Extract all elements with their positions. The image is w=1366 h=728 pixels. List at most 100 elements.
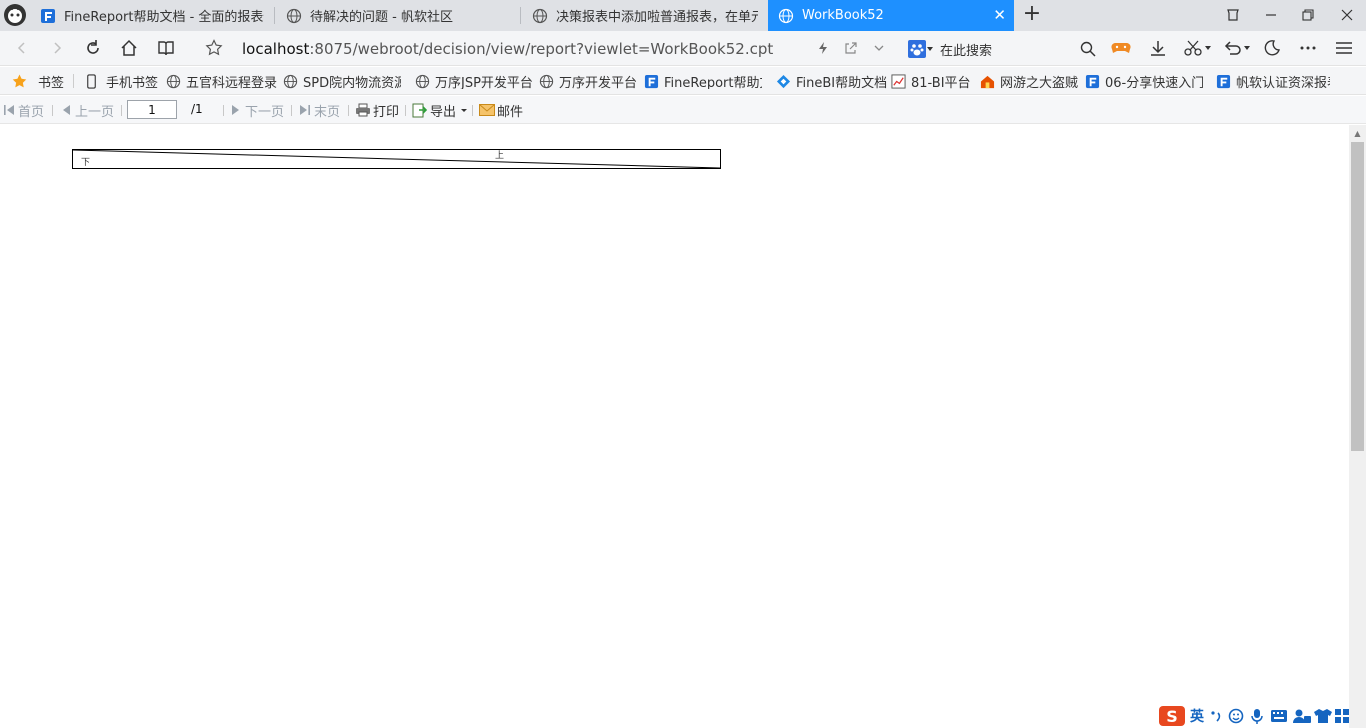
- finebi-icon: [776, 74, 791, 88]
- search-icon[interactable]: [1080, 41, 1096, 57]
- close-tab-icon[interactable]: ✕: [993, 7, 1006, 23]
- finereport-icon: [1216, 74, 1231, 88]
- bookmark-item[interactable]: 手机书签: [84, 73, 158, 89]
- last-page-button[interactable]: 末页: [299, 102, 340, 120]
- restore-button[interactable]: [1297, 4, 1319, 26]
- next-page-icon: [232, 105, 239, 115]
- sogou-s-icon[interactable]: S: [1158, 705, 1186, 727]
- user-icon[interactable]: [1292, 708, 1312, 724]
- forward-button[interactable]: [44, 36, 70, 60]
- chevron-down-icon[interactable]: [866, 36, 892, 60]
- bookmark-item[interactable]: 五官科远程登录: [166, 73, 277, 89]
- tab-decision-report[interactable]: 决策报表中添加啦普通报表，在单元格中...: [522, 0, 767, 31]
- tab-pending-questions[interactable]: 待解决的问题 - 帆软社区: [276, 0, 521, 31]
- punctuation-icon[interactable]: [1210, 709, 1222, 723]
- bookmark-item[interactable]: FineReport帮助文: [644, 73, 762, 89]
- divider: [223, 105, 224, 116]
- bookmark-item[interactable]: 书签: [12, 73, 64, 89]
- globe-icon: [532, 8, 548, 23]
- export-icon: [412, 103, 428, 117]
- skin-icon[interactable]: [1222, 4, 1244, 26]
- more-icon[interactable]: [1295, 36, 1321, 60]
- share-icon[interactable]: [838, 36, 864, 60]
- bookmark-item[interactable]: 网游之大盗贼: [980, 73, 1078, 89]
- finereport-icon: [644, 74, 659, 88]
- screenshot-scissors-icon[interactable]: [1180, 36, 1216, 60]
- scroll-thumb[interactable]: [1351, 142, 1364, 451]
- bookmark-item[interactable]: SPD院内物流资源: [283, 73, 401, 89]
- minimize-button[interactable]: [1260, 4, 1282, 26]
- tab-workbook52[interactable]: WorkBook52 ✕: [768, 0, 1014, 31]
- menu-icon[interactable]: [1331, 36, 1357, 60]
- divider: [348, 105, 349, 116]
- ime-language[interactable]: 英: [1190, 706, 1204, 726]
- close-window-button[interactable]: [1336, 4, 1358, 26]
- prev-page-button[interactable]: 上一页: [61, 102, 114, 120]
- bookmark-item[interactable]: 帆软认证资深报表: [1216, 73, 1330, 89]
- home-button[interactable]: [116, 36, 142, 60]
- globe-icon: [778, 8, 794, 23]
- emoji-icon[interactable]: [1228, 708, 1250, 724]
- upper-label: 上: [495, 150, 504, 161]
- globe-icon: [539, 74, 554, 88]
- game-controller-icon[interactable]: [1108, 36, 1134, 60]
- grid-icon[interactable]: [1334, 708, 1350, 724]
- next-page-button[interactable]: 下一页: [231, 102, 284, 120]
- lower-label: 下: [81, 158, 90, 168]
- bookmark-item[interactable]: 81-BI平台: [891, 73, 971, 89]
- address-toolbar: localhost:8075/webroot/decision/view/rep…: [0, 31, 1366, 66]
- first-page-icon: [4, 105, 14, 115]
- back-button[interactable]: [9, 36, 35, 60]
- shirt-icon[interactable]: [1314, 708, 1332, 724]
- report-toolbar: 首页 上一页 /1 下一页 末页 打印 导出 邮件: [0, 96, 1366, 124]
- tab-strip: FineReport帮助文档 - 全面的报表使用教程&学习 待解决的问题 - 帆…: [0, 0, 1366, 31]
- report-canvas: 下 上: [0, 125, 1349, 728]
- lightning-icon[interactable]: [810, 36, 836, 60]
- url-path: :8075/webroot/decision/view/report?viewl…: [309, 40, 774, 58]
- new-tab-button[interactable]: +: [1020, 3, 1044, 27]
- bookmark-item[interactable]: 万序JSP开发平台: [415, 73, 533, 89]
- bookmark-item[interactable]: 万序开发平台: [539, 73, 637, 89]
- microphone-icon[interactable]: [1250, 708, 1264, 724]
- printer-icon: [356, 103, 370, 117]
- chart-icon: [891, 73, 906, 89]
- night-mode-icon[interactable]: [1259, 36, 1285, 60]
- mail-icon: [479, 104, 495, 116]
- first-page-button[interactable]: 首页: [3, 102, 44, 120]
- tab-finereport-help[interactable]: FineReport帮助文档 - 全面的报表使用教程&学习: [30, 0, 275, 31]
- phone-icon: [87, 73, 96, 89]
- bookmark-item[interactable]: FineBI帮助文档: [776, 73, 887, 89]
- page-total: /1: [191, 102, 203, 116]
- reading-mode-icon[interactable]: [153, 36, 179, 60]
- baidu-paw-icon[interactable]: [908, 40, 926, 58]
- globe-icon: [166, 74, 181, 88]
- download-icon[interactable]: [1145, 36, 1171, 60]
- search-placeholder: 在此搜索: [940, 43, 993, 59]
- vertical-scrollbar[interactable]: ▲: [1349, 125, 1366, 728]
- last-page-icon: [300, 105, 310, 115]
- mail-button[interactable]: 邮件: [479, 102, 523, 120]
- tab-title: FineReport帮助文档 - 全面的报表使用教程&学习: [64, 10, 264, 25]
- bookmark-item[interactable]: 06-分享快速入门: [1085, 73, 1203, 89]
- tab-title: WorkBook52: [802, 8, 884, 23]
- print-button[interactable]: 打印: [355, 102, 399, 120]
- search-box[interactable]: 在此搜索: [906, 38, 1102, 60]
- diagonal-header-cell[interactable]: 下 上: [72, 149, 721, 169]
- globe-icon: [286, 8, 302, 23]
- address-input[interactable]: localhost:8075/webroot/decision/view/rep…: [242, 40, 773, 58]
- caret-down-icon: [461, 108, 468, 112]
- browser-logo-icon[interactable]: [3, 3, 27, 27]
- export-button[interactable]: 导出: [412, 102, 468, 120]
- caret-down-icon[interactable]: [927, 47, 933, 51]
- keyboard-icon[interactable]: [1270, 709, 1288, 723]
- scroll-up-arrow-icon[interactable]: ▲: [1349, 125, 1366, 141]
- globe-icon: [415, 74, 430, 88]
- undo-icon[interactable]: [1220, 36, 1256, 60]
- bookmark-star-icon[interactable]: [201, 36, 227, 60]
- house-icon: [980, 75, 995, 88]
- finereport-icon: [41, 8, 55, 23]
- reload-button[interactable]: [80, 36, 106, 60]
- page-number-input[interactable]: [127, 100, 177, 119]
- divider: [405, 105, 406, 116]
- bookmarks-bar: 书签 手机书签 五官科远程登录 SPD院内物流资源 万序JSP开发平台 万序开发…: [0, 67, 1366, 95]
